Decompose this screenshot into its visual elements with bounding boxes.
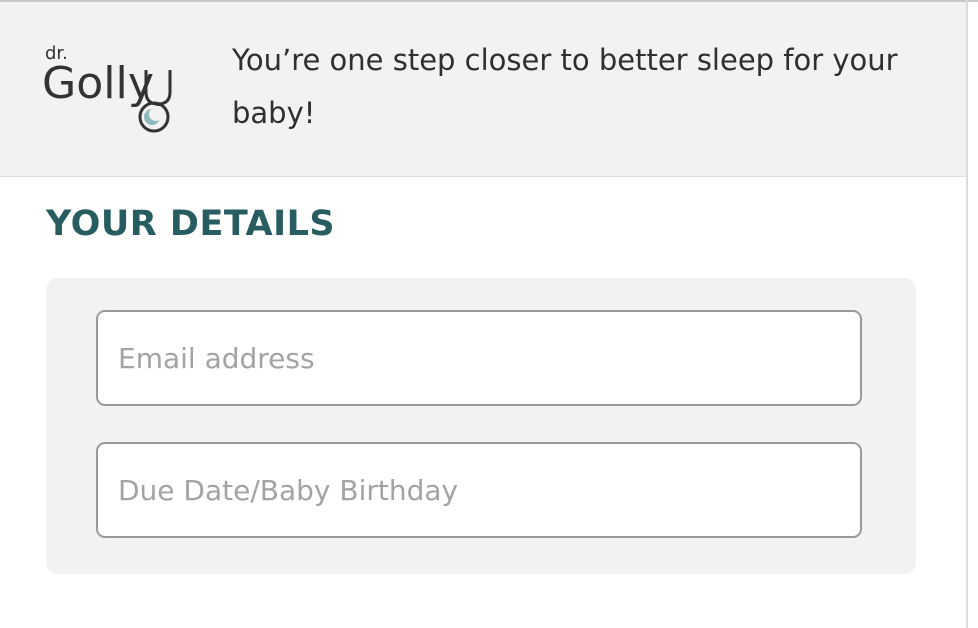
scrollbar-track[interactable]: [966, 0, 968, 628]
header: dr. Golly You’re one step closer to bett…: [0, 2, 966, 177]
details-form: [46, 278, 916, 574]
logo-main-text: Golly: [42, 58, 154, 109]
due-date-field[interactable]: [96, 442, 862, 538]
header-tagline: You’re one step closer to better sleep f…: [232, 43, 898, 130]
section-title: YOUR DETAILS: [46, 204, 336, 244]
page: dr. Golly You’re one step closer to bett…: [0, 0, 978, 628]
dr-golly-logo: dr. Golly: [42, 42, 192, 136]
dr-golly-logo-mark: dr. Golly: [42, 43, 172, 133]
email-field[interactable]: [96, 310, 862, 406]
